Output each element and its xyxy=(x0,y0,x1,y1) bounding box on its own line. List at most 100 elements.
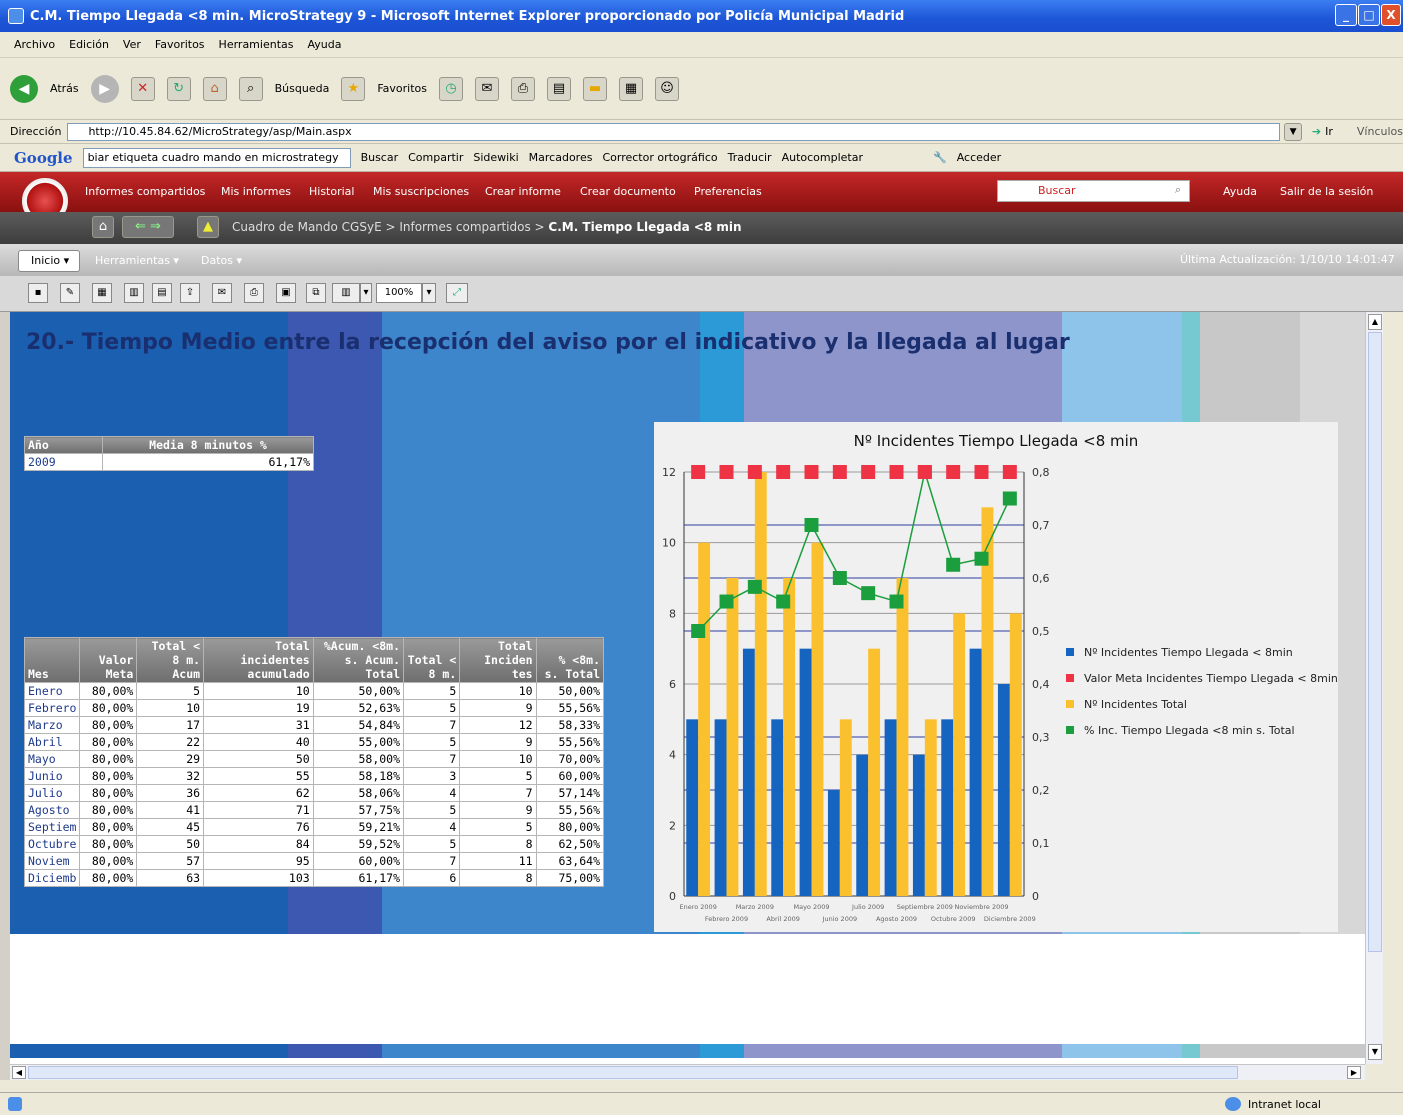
scroll-up-icon[interactable]: ▲ xyxy=(1368,314,1382,330)
wrench-icon[interactable]: 🔧 xyxy=(933,151,947,164)
month-link[interactable]: Enero xyxy=(23,682,81,700)
vertical-scrollbar[interactable]: ▲ ▼ xyxy=(1365,312,1383,1064)
export-icon[interactable]: ⇪ xyxy=(180,283,200,303)
history-icon[interactable]: ◷ xyxy=(439,76,463,101)
minimize-button[interactable]: _ xyxy=(1335,4,1357,26)
tab-informes-compartidos[interactable]: Informes compartidos xyxy=(85,185,205,198)
copy-icon[interactable]: ⧉ xyxy=(306,283,326,303)
search-icon[interactable]: ⌕ xyxy=(238,76,263,101)
address-input[interactable]: http://10.45.84.62/MicroStrategy/asp/Mai… xyxy=(67,122,1281,141)
menu-edicion[interactable]: Edición xyxy=(69,38,109,51)
month-link[interactable]: Mayo xyxy=(23,750,81,768)
chart-type-icon[interactable]: ▥ xyxy=(332,283,360,303)
favorites-star-icon[interactable]: ★ xyxy=(341,76,366,101)
month-link[interactable]: Septiem xyxy=(23,818,81,836)
month-link[interactable]: Diciemb xyxy=(23,869,81,887)
menu-datos[interactable]: Datos ▾ xyxy=(201,254,242,267)
home-icon[interactable]: ⌂ xyxy=(202,76,227,101)
table-cell: 54,84% xyxy=(312,716,405,734)
table-cell: 80,00% xyxy=(79,835,138,853)
menu-inicio[interactable]: Inicio ▾ xyxy=(18,250,80,272)
favorites-button-label[interactable]: Favoritos xyxy=(377,82,427,95)
menu-ver[interactable]: Ver xyxy=(123,38,141,51)
home-icon[interactable]: ⌂ xyxy=(92,216,114,238)
help-link[interactable]: Ayuda xyxy=(1223,185,1257,198)
pdf-icon[interactable]: ▣ xyxy=(276,283,296,303)
print-icon[interactable]: ⎙ xyxy=(511,76,535,101)
go-button-label[interactable]: Ir xyxy=(1325,125,1333,138)
menu-archivo[interactable]: Archivo xyxy=(14,38,55,51)
zoom-select[interactable]: 100% xyxy=(376,283,422,303)
month-link[interactable]: Abril xyxy=(23,733,81,751)
links-label[interactable]: Vínculos xyxy=(1357,125,1403,138)
menu-herramientas[interactable]: Herramientas xyxy=(219,38,294,51)
summary-header-year: Año xyxy=(24,436,103,454)
scroll-left-icon[interactable]: ◀ xyxy=(12,1066,26,1079)
google-translate-button[interactable]: Traducir xyxy=(728,151,772,164)
tab-preferencias[interactable]: Preferencias xyxy=(694,185,762,198)
scroll-down-icon[interactable]: ▼ xyxy=(1368,1044,1382,1060)
edit-icon[interactable]: ▤ xyxy=(547,76,571,101)
search-button-label[interactable]: Búsqueda xyxy=(275,82,330,95)
maximize-button[interactable]: □ xyxy=(1358,4,1380,26)
back-button-label[interactable]: Atrás xyxy=(50,82,79,95)
google-share-button[interactable]: Compartir xyxy=(408,151,463,164)
magnifier-icon[interactable]: ⌕ xyxy=(1175,183,1181,197)
tab-crear-informe[interactable]: Crear informe xyxy=(485,185,561,198)
grid-graph-icon[interactable]: ▤ xyxy=(152,283,172,303)
research-icon[interactable]: ▦ xyxy=(619,76,643,101)
save-icon[interactable]: ▪ xyxy=(28,283,48,303)
edit-report-icon[interactable]: ✎ xyxy=(60,283,80,303)
month-link[interactable]: Octubre xyxy=(23,835,81,853)
logout-link[interactable]: Salir de la sesión xyxy=(1280,185,1373,198)
messenger-icon[interactable]: ☺ xyxy=(655,76,679,101)
ms-search-input[interactable]: Buscar ⌕ xyxy=(997,180,1190,202)
tab-crear-documento[interactable]: Crear documento xyxy=(580,185,676,198)
back-forward-icon[interactable]: ⇐ ⇒ xyxy=(122,216,174,238)
menu-bar: Archivo Edición Ver Favoritos Herramient… xyxy=(0,32,1403,58)
horizontal-scrollbar[interactable]: ◀ ▶ xyxy=(10,1064,1365,1080)
grid-view-icon[interactable]: ▦ xyxy=(92,283,112,303)
y-tick-label: 4 xyxy=(669,749,676,762)
folder-icon[interactable]: ▬ xyxy=(583,76,607,101)
stop-icon[interactable]: ✕ xyxy=(130,76,155,101)
zoom-dropdown-icon[interactable]: ▾ xyxy=(422,283,436,303)
back-arrow-icon[interactable]: ◀ xyxy=(10,74,38,103)
forward-arrow-icon[interactable]: ▶ xyxy=(90,74,119,103)
tab-historial[interactable]: Historial xyxy=(309,185,354,198)
graph-view-icon[interactable]: ▥ xyxy=(124,283,144,303)
google-search-button[interactable]: Buscar xyxy=(361,151,399,164)
tab-mis-suscripciones[interactable]: Mis suscripciones xyxy=(373,185,469,198)
chart-type-dropdown-icon[interactable]: ▾ xyxy=(360,283,372,303)
menu-favoritos[interactable]: Favoritos xyxy=(155,38,205,51)
month-link[interactable]: Julio xyxy=(23,784,81,802)
vertical-scroll-thumb[interactable] xyxy=(1368,332,1382,952)
menu-ayuda[interactable]: Ayuda xyxy=(307,38,341,51)
fit-window-icon[interactable]: ⤢ xyxy=(446,283,468,303)
google-signin-button[interactable]: Acceder xyxy=(957,151,1001,164)
month-link[interactable]: Agosto xyxy=(23,801,81,819)
tab-mis-informes[interactable]: Mis informes xyxy=(221,185,291,198)
google-sidewiki-button[interactable]: Sidewiki xyxy=(473,151,518,164)
menu-herramientas-ms[interactable]: Herramientas ▾ xyxy=(95,254,179,267)
go-arrow-icon[interactable]: ➔ xyxy=(1312,125,1321,138)
google-spellcheck-button[interactable]: Corrector ortográfico xyxy=(602,151,717,164)
month-link[interactable]: Marzo xyxy=(23,716,81,734)
address-dropdown-icon[interactable]: ▼ xyxy=(1284,122,1302,141)
month-link[interactable]: Junio xyxy=(23,767,81,785)
folder-up-icon[interactable]: ▲ xyxy=(197,216,219,238)
google-autofill-button[interactable]: Autocompletar xyxy=(782,151,863,164)
close-button[interactable]: X xyxy=(1381,4,1401,26)
print-icon[interactable]: ⎙ xyxy=(244,283,264,303)
email-icon[interactable]: ✉ xyxy=(212,283,232,303)
month-link[interactable]: Noviem xyxy=(23,852,81,870)
month-link[interactable]: Febrero xyxy=(23,699,81,717)
y-tick-label: 12 xyxy=(662,466,676,479)
google-bookmarks-button[interactable]: Marcadores xyxy=(529,151,593,164)
breadcrumb-path[interactable]: Cuadro de Mando CGSyE > Informes compart… xyxy=(232,220,548,234)
scroll-right-icon[interactable]: ▶ xyxy=(1347,1066,1361,1079)
google-search-input[interactable]: biar etiqueta cuadro mando en microstrat… xyxy=(82,147,351,168)
horizontal-scroll-thumb[interactable] xyxy=(28,1066,1238,1079)
mail-icon[interactable]: ✉ xyxy=(475,76,499,101)
refresh-icon[interactable]: ↻ xyxy=(166,76,191,101)
